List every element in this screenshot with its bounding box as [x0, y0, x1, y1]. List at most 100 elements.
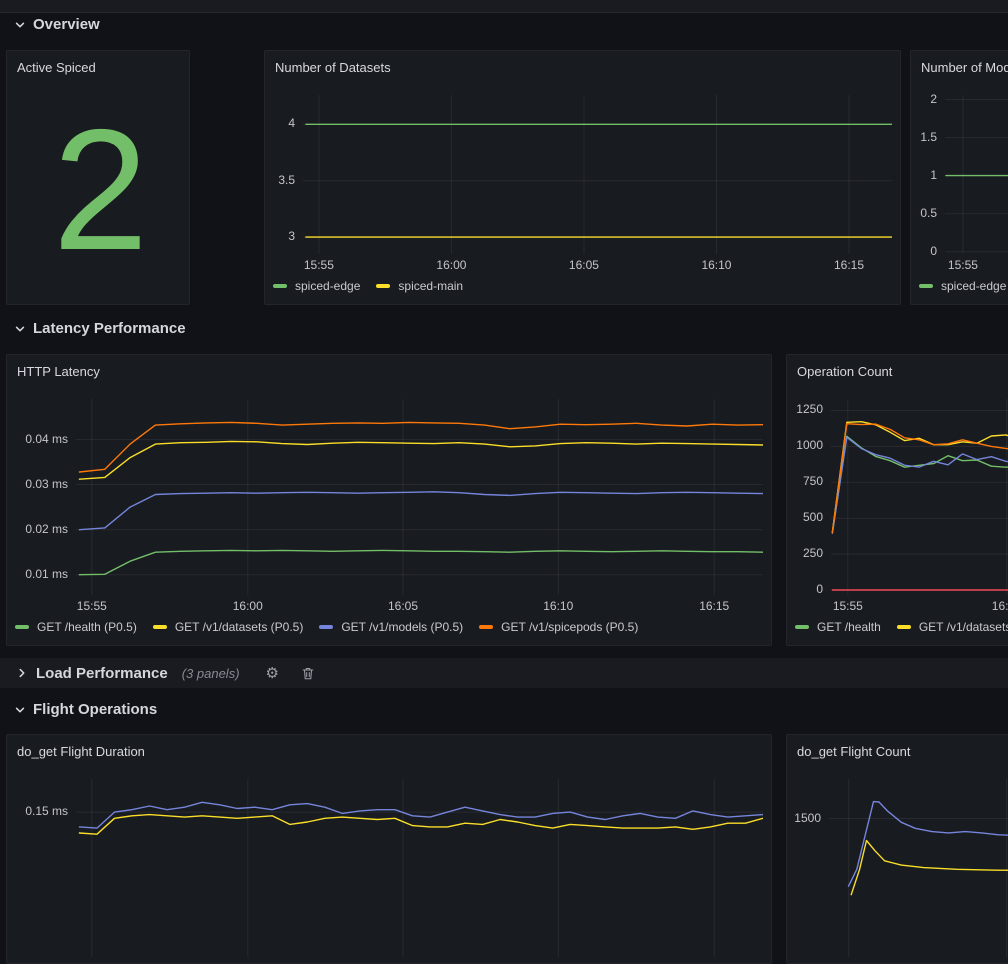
- legend-swatch: [795, 625, 809, 629]
- legend-label: spiced-edge: [941, 279, 1006, 293]
- panel-http-latency: HTTP Latency 0.01 ms0.02 ms0.03 ms0.04 m…: [6, 354, 772, 646]
- x-axis-tick: 15:55: [77, 599, 107, 613]
- legend-item[interactable]: GET /v1/models (P0.5): [319, 620, 463, 634]
- y-axis-tick: 0.5: [920, 206, 937, 221]
- legend-label: GET /health: [817, 620, 881, 634]
- gear-icon[interactable]: ⚙: [266, 666, 279, 681]
- section-header-latency-performance[interactable]: Latency Performance: [14, 320, 186, 337]
- chart-canvas[interactable]: [945, 95, 1008, 254]
- section-title: Flight Operations: [33, 701, 157, 718]
- legend-item[interactable]: GET /health (P0.5): [15, 620, 137, 634]
- section-title: Load Performance: [36, 665, 168, 682]
- y-axis-tick: 3.5: [278, 173, 295, 188]
- y-axis-tick: 250: [803, 546, 823, 561]
- panel-title[interactable]: HTTP Latency: [7, 355, 771, 379]
- plot-area[interactable]: [829, 779, 1008, 957]
- panel-title[interactable]: do_get Flight Duration: [7, 735, 771, 759]
- chart-canvas[interactable]: [76, 779, 763, 957]
- y-axis-tick: 0: [816, 582, 823, 597]
- panel-count-label: (3 panels): [182, 666, 240, 681]
- y-axis-tick: 500: [803, 510, 823, 525]
- chart-canvas[interactable]: [831, 399, 1008, 595]
- x-axis-tick: 16:00: [233, 599, 263, 613]
- section-title: Latency Performance: [33, 320, 186, 337]
- chart-number-of-models: 0 0.5 1 1.5 2 15:55 spiced-edge: [919, 95, 1008, 298]
- y-axis-tick: 1250: [796, 402, 823, 417]
- chart-canvas[interactable]: [303, 95, 892, 254]
- legend-label: GET /v1/datasets: [919, 620, 1008, 634]
- legend-label: GET /health (P0.5): [37, 620, 137, 634]
- plot-area[interactable]: [303, 95, 892, 254]
- section-header-overview[interactable]: Overview: [14, 16, 100, 33]
- x-axis-tick: 16:15: [699, 599, 729, 613]
- y-axis-tick: 4: [288, 116, 295, 131]
- y-axis-tick: 1: [930, 168, 937, 183]
- x-axis-tick: 16:05: [569, 258, 599, 272]
- legend: GET /health GET /v1/datasets: [795, 615, 1008, 639]
- y-axis: 0 250 500 750 1000 1250: [795, 399, 831, 595]
- legend: GET /health (P0.5) GET /v1/datasets (P0.5…: [15, 615, 763, 639]
- panel-title[interactable]: Active Spiced: [7, 51, 189, 75]
- x-axis-tick: 15:55: [948, 258, 978, 272]
- legend-label: GET /v1/models (P0.5): [341, 620, 463, 634]
- plot-area[interactable]: [945, 95, 1008, 254]
- x-axis: 15:55 16:00: [831, 595, 1008, 615]
- legend: spiced-edge spiced-main: [273, 274, 892, 298]
- chevron-right-icon: [16, 667, 28, 679]
- legend-item[interactable]: spiced-main: [376, 279, 463, 293]
- y-axis-tick: 0: [930, 244, 937, 259]
- legend-swatch: [919, 284, 933, 288]
- section-title: Overview: [33, 16, 100, 33]
- y-axis-tick: 0.03 ms: [25, 477, 68, 492]
- panel-title[interactable]: do_get Flight Count: [787, 735, 1008, 759]
- section-header-flight-operations[interactable]: Flight Operations: [14, 701, 157, 718]
- legend-label: GET /v1/datasets (P0.5): [175, 620, 304, 634]
- x-axis-tick: 16:00: [436, 258, 466, 272]
- stat-value: 2: [7, 75, 189, 304]
- panel-operation-count: Operation Count 0 250 500 750 1000 1250 15:55…: [786, 354, 1008, 646]
- y-axis-tick: 2: [930, 92, 937, 107]
- chart-do-get-flight-duration: 0.15 ms: [15, 779, 763, 957]
- legend-item[interactable]: GET /v1/datasets (P0.5): [153, 620, 304, 634]
- legend-swatch: [319, 625, 333, 629]
- plot-area[interactable]: [76, 399, 763, 595]
- legend-item[interactable]: spiced-edge: [919, 279, 1006, 293]
- x-axis-tick: 16:10: [701, 258, 731, 272]
- x-axis-tick: 16:00: [992, 599, 1008, 613]
- y-axis-tick: 1.5: [920, 130, 937, 145]
- panel-number-of-datasets: Number of Datasets 33.54 15:5516:0016:05…: [264, 50, 901, 305]
- panel-do-get-flight-count: do_get Flight Count 1500: [786, 734, 1008, 964]
- chevron-down-icon: [14, 704, 26, 716]
- chart-operation-count: 0 250 500 750 1000 1250 15:55 16:00 GET /healt…: [795, 399, 1008, 639]
- plot-area[interactable]: [76, 779, 763, 957]
- legend-item[interactable]: GET /v1/spicepods (P0.5): [479, 620, 638, 634]
- top-toolbar: [0, 0, 1008, 13]
- y-axis-tick: 0.04 ms: [25, 432, 68, 447]
- x-axis-tick: 15:55: [833, 599, 863, 613]
- legend-item[interactable]: spiced-edge: [273, 279, 360, 293]
- panel-title[interactable]: Operation Count: [787, 355, 1008, 379]
- x-axis-tick: 15:55: [304, 258, 334, 272]
- chevron-down-icon: [14, 323, 26, 335]
- legend-label: spiced-main: [398, 279, 463, 293]
- trash-icon[interactable]: [301, 666, 315, 681]
- y-axis: 0.01 ms0.02 ms0.03 ms0.04 ms: [15, 399, 76, 595]
- y-axis: 0.15 ms: [15, 779, 76, 957]
- x-axis-tick: 16:10: [543, 599, 573, 613]
- legend-item[interactable]: GET /health: [795, 620, 881, 634]
- y-axis-tick: 750: [803, 474, 823, 489]
- chart-http-latency: 0.01 ms0.02 ms0.03 ms0.04 ms 15:5516:001…: [15, 399, 763, 639]
- plot-area[interactable]: [831, 399, 1008, 595]
- panel-title[interactable]: Number of Models: [911, 51, 1008, 75]
- row-load-performance[interactable]: Load Performance (3 panels) ⚙: [0, 658, 1008, 688]
- chart-canvas[interactable]: [829, 779, 1008, 957]
- chart-canvas[interactable]: [76, 399, 763, 595]
- y-axis-tick: 1000: [796, 438, 823, 453]
- panel-active-spiced: Active Spiced 2: [6, 50, 190, 305]
- legend-swatch: [479, 625, 493, 629]
- panel-title[interactable]: Number of Datasets: [265, 51, 900, 75]
- legend-swatch: [15, 625, 29, 629]
- legend-item[interactable]: GET /v1/datasets: [897, 620, 1008, 634]
- y-axis-tick: 1500: [794, 811, 821, 826]
- x-axis-tick: 16:15: [834, 258, 864, 272]
